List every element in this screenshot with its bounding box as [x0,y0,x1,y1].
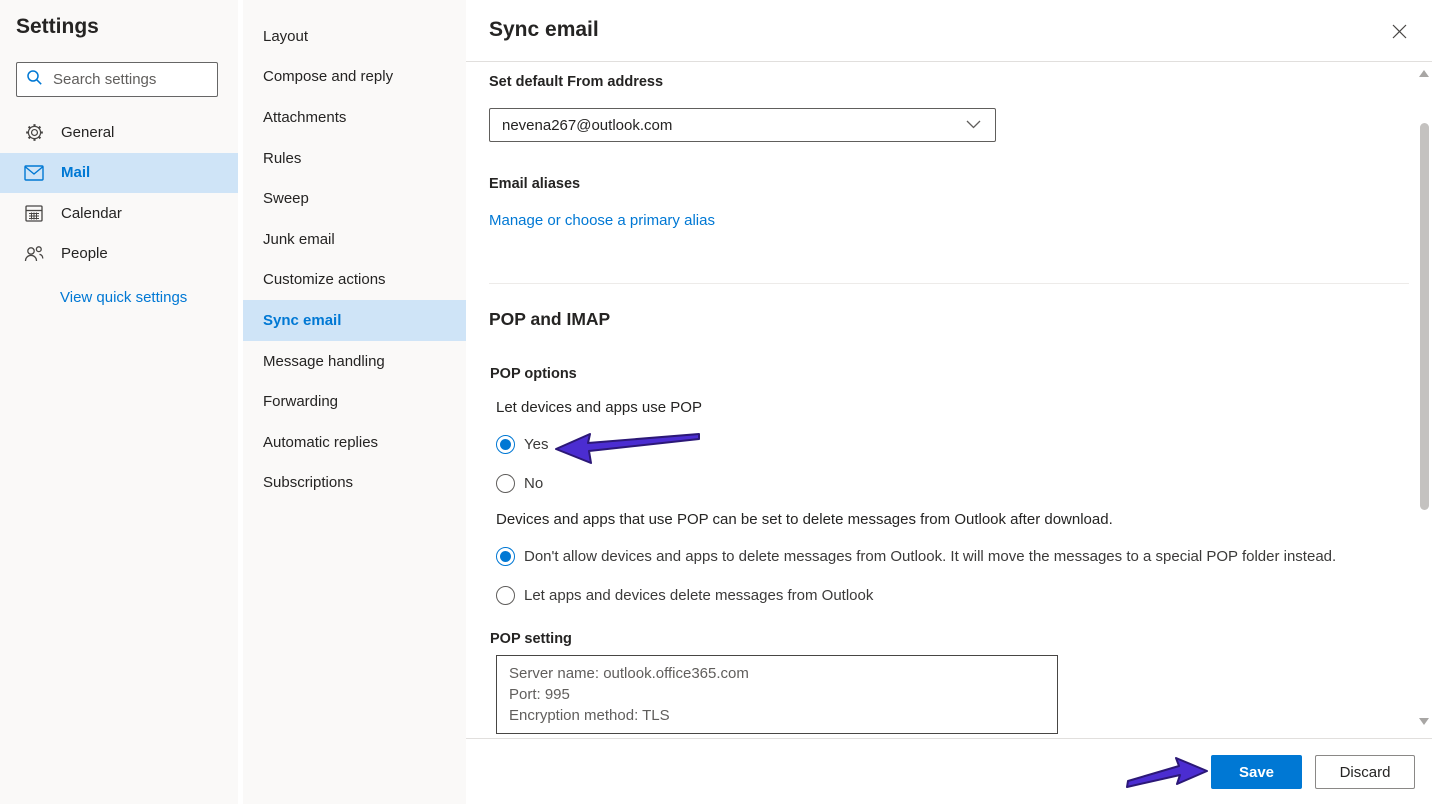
radio-let-delete-label: Let apps and devices delete messages fro… [524,587,873,604]
sidebar-item-calendar[interactable]: Calendar [0,193,238,234]
nav-item-compose-and-reply[interactable]: Compose and reply [243,57,466,98]
search-settings-box[interactable] [16,62,218,97]
nav-item-automatic-replies[interactable]: Automatic replies [243,422,466,463]
envelope-icon [24,163,44,183]
pop-setting-label: POP setting [490,631,572,647]
settings-category-nav: General Mail [0,112,238,274]
pop-server-line: Server name: outlook.office365.com [509,663,1045,684]
mail-settings-nav: Layout Compose and reply Attachments Rul… [243,0,466,804]
radio-dont-allow-delete[interactable] [496,547,515,566]
section-divider [489,283,1409,284]
close-icon[interactable] [1388,20,1410,42]
pop-delete-description: Devices and apps that use POP can be set… [496,511,1113,528]
radio-let-delete[interactable] [496,586,515,605]
scrollbar-thumb[interactable] [1420,123,1429,510]
nav-item-message-handling[interactable]: Message handling [243,341,466,382]
pop-setting-box: Server name: outlook.office365.com Port:… [496,655,1058,734]
sidebar-item-general[interactable]: General [0,112,238,153]
sidebar-item-people[interactable]: People [0,234,238,275]
nav-item-sweep[interactable]: Sweep [243,178,466,219]
nav-item-attachments[interactable]: Attachments [243,97,466,138]
calendar-icon [24,203,44,223]
let-devices-use-pop-label: Let devices and apps use POP [496,399,702,416]
nav-item-junk-email[interactable]: Junk email [243,219,466,260]
pop-yes-option[interactable]: Yes [496,435,548,454]
settings-sidebar: Settings [0,0,238,804]
discard-button[interactable]: Discard [1315,755,1415,789]
pop-and-imap-heading: POP and IMAP [489,309,610,330]
people-icon [24,244,44,264]
gear-icon [24,122,44,142]
view-quick-settings-link[interactable]: View quick settings [60,289,187,306]
dont-allow-delete-option[interactable]: Don't allow devices and apps to delete m… [496,547,1336,566]
scroll-up-arrow-icon[interactable] [1419,70,1429,77]
set-default-from-address-label: Set default From address [489,74,663,90]
outlook-settings-window: Settings [0,0,1432,804]
save-button[interactable]: Save [1211,755,1302,789]
nav-item-forwarding[interactable]: Forwarding [243,381,466,422]
radio-no[interactable] [496,474,515,493]
chevron-down-icon [966,116,981,134]
nav-item-subscriptions[interactable]: Subscriptions [243,463,466,504]
sidebar-item-label: Calendar [61,205,122,222]
nav-item-rules[interactable]: Rules [243,138,466,179]
mail-settings-nav-list: Layout Compose and reply Attachments Rul… [243,0,466,503]
search-settings-input[interactable] [53,71,203,88]
nav-item-sync-email[interactable]: Sync email [243,300,466,341]
sync-email-panel: Sync email Set default From address neve… [466,0,1432,804]
radio-dont-allow-delete-label: Don't allow devices and apps to delete m… [524,548,1336,565]
vertical-scrollbar[interactable] [1418,63,1431,738]
email-aliases-label: Email aliases [489,176,580,192]
let-delete-option[interactable]: Let apps and devices delete messages fro… [496,586,873,605]
settings-title: Settings [16,15,99,39]
radio-yes[interactable] [496,435,515,454]
manage-primary-alias-link[interactable]: Manage or choose a primary alias [489,212,715,229]
sidebar-item-label: Mail [61,164,90,181]
nav-item-customize-actions[interactable]: Customize actions [243,260,466,301]
radio-yes-label: Yes [524,436,548,453]
sidebar-item-label: People [61,245,108,262]
sidebar-item-label: General [61,124,114,141]
pop-no-option[interactable]: No [496,474,543,493]
panel-title: Sync email [489,18,599,42]
panel-footer: Save Discard [466,738,1432,804]
pop-port-line: Port: 995 [509,684,1045,705]
sidebar-item-mail[interactable]: Mail [0,153,238,194]
pop-encryption-line: Encryption method: TLS [509,705,1045,726]
scroll-down-arrow-icon[interactable] [1419,718,1429,725]
from-address-dropdown[interactable]: nevena267@outlook.com [489,108,996,142]
pop-options-label: POP options [490,366,577,382]
panel-header: Sync email [466,0,1432,62]
radio-no-label: No [524,475,543,492]
search-icon [26,69,43,91]
from-address-value: nevena267@outlook.com [502,117,672,134]
nav-item-layout[interactable]: Layout [243,16,466,57]
